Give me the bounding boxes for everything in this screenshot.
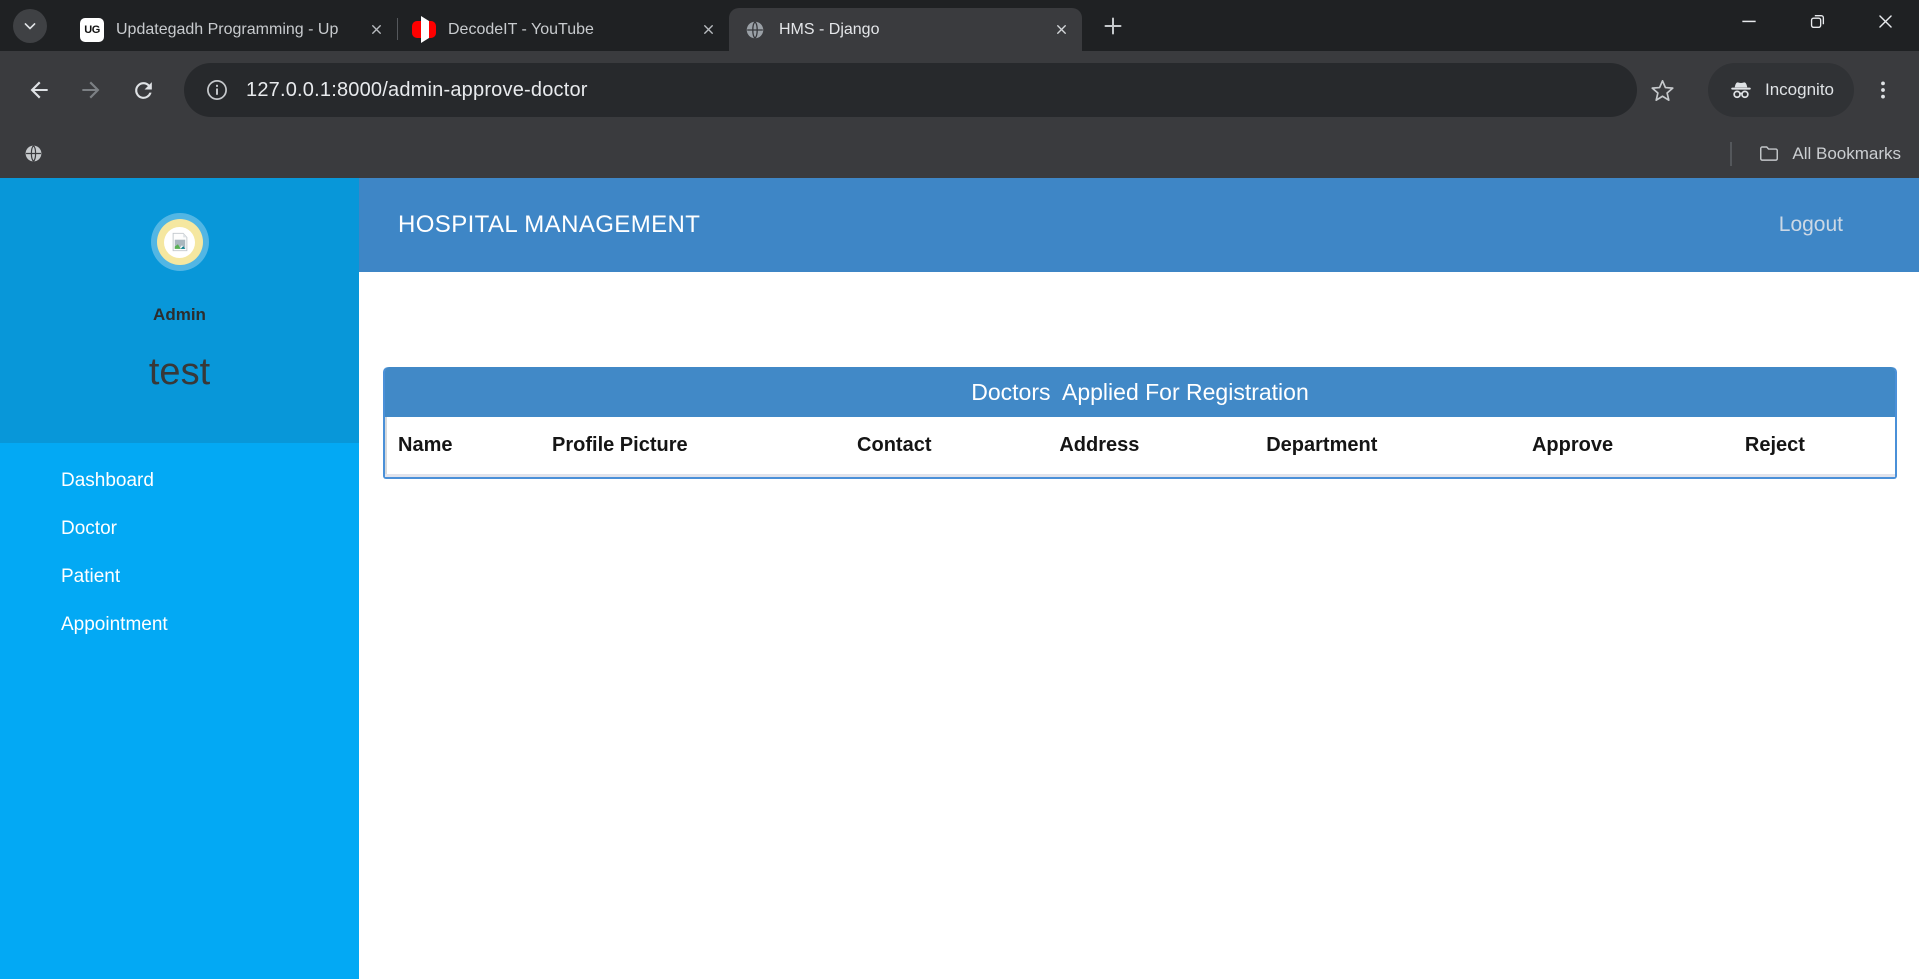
panel-title: Doctors Applied For Registration bbox=[385, 367, 1895, 417]
tab-strip: UG Updategadh Programming - Up DecodeIT … bbox=[0, 0, 1919, 51]
three-dots-icon bbox=[1871, 78, 1895, 102]
incognito-badge: Incognito bbox=[1708, 63, 1854, 117]
minimize-icon bbox=[1739, 11, 1759, 31]
chevron-down-icon bbox=[20, 16, 40, 36]
forward-button[interactable] bbox=[74, 73, 108, 107]
window-restore-button[interactable] bbox=[1783, 0, 1851, 42]
site-info-icon[interactable] bbox=[204, 77, 230, 103]
doctors-registration-panel: Doctors Applied For Registration Name Pr… bbox=[383, 367, 1897, 479]
incognito-label: Incognito bbox=[1765, 80, 1834, 100]
browser-menu-button[interactable] bbox=[1868, 73, 1898, 107]
restore-icon bbox=[1808, 12, 1827, 31]
avatar bbox=[151, 213, 209, 271]
tab-title: DecodeIT - YouTube bbox=[448, 21, 689, 39]
sidebar-profile: Admin test bbox=[0, 178, 359, 443]
logout-link[interactable]: Logout bbox=[1779, 213, 1843, 237]
table-header-row: Name Profile Picture Contact Address Dep… bbox=[385, 417, 1895, 475]
bookmarks-separator bbox=[1730, 142, 1732, 166]
back-button[interactable] bbox=[22, 73, 56, 107]
tab-decodeit-youtube[interactable]: DecodeIT - YouTube bbox=[398, 8, 729, 51]
column-header-department: Department bbox=[1253, 417, 1519, 475]
youtube-play-icon bbox=[412, 18, 436, 42]
forward-arrow-icon bbox=[78, 77, 104, 103]
column-header-address: Address bbox=[1046, 417, 1253, 475]
tab-search-button[interactable] bbox=[13, 9, 47, 43]
sidebar-item-doctor[interactable]: Doctor bbox=[0, 505, 359, 553]
ug-logo-icon: UG bbox=[80, 18, 104, 42]
browser-toolbar: 127.0.0.1:8000/admin-approve-doctor Inco… bbox=[0, 51, 1919, 129]
all-bookmarks-label: All Bookmarks bbox=[1792, 144, 1901, 164]
column-header-contact: Contact bbox=[844, 417, 1046, 475]
bookmarks-bar: All Bookmarks bbox=[0, 129, 1919, 178]
tab-close-icon[interactable] bbox=[365, 19, 387, 41]
tab-title: HMS - Django bbox=[779, 21, 1042, 39]
tab-close-icon[interactable] bbox=[1050, 19, 1072, 41]
bookmark-star-button[interactable] bbox=[1645, 73, 1679, 107]
app-navbar: HOSPITAL MANAGEMENT Logout bbox=[359, 178, 1919, 272]
window-controls bbox=[1715, 0, 1919, 51]
tab-updategadh[interactable]: UG Updategadh Programming - Up bbox=[66, 8, 397, 51]
bookmark-globe-button[interactable] bbox=[18, 139, 48, 169]
app-title: HOSPITAL MANAGEMENT bbox=[359, 211, 700, 239]
username: test bbox=[0, 351, 359, 394]
bookmarks-bar-right: All Bookmarks bbox=[1730, 142, 1901, 166]
main-content: HOSPITAL MANAGEMENT Logout Doctors Appli… bbox=[359, 178, 1919, 979]
page-viewport: Admin test Dashboard Doctor Patient Appo… bbox=[0, 178, 1919, 979]
window-minimize-button[interactable] bbox=[1715, 0, 1783, 42]
column-header-profile-picture: Profile Picture bbox=[539, 417, 844, 475]
tab-title: Updategadh Programming - Up bbox=[116, 21, 357, 39]
star-icon bbox=[1649, 77, 1676, 104]
incognito-icon bbox=[1728, 77, 1754, 103]
role-label: Admin bbox=[0, 305, 359, 325]
sidebar-item-patient[interactable]: Patient bbox=[0, 553, 359, 601]
column-header-name: Name bbox=[385, 417, 539, 475]
plus-icon bbox=[1101, 14, 1125, 38]
sidebar-item-dashboard[interactable]: Dashboard bbox=[0, 457, 359, 505]
new-tab-button[interactable] bbox=[1096, 9, 1130, 43]
tab-hms-django[interactable]: HMS - Django bbox=[729, 8, 1082, 51]
sidebar-menu: Dashboard Doctor Patient Appointment bbox=[0, 443, 359, 979]
address-bar[interactable]: 127.0.0.1:8000/admin-approve-doctor bbox=[184, 63, 1637, 117]
doctors-table: Name Profile Picture Contact Address Dep… bbox=[385, 417, 1895, 477]
broken-image-icon bbox=[164, 227, 195, 258]
reload-icon bbox=[131, 78, 156, 103]
back-arrow-icon bbox=[26, 77, 52, 103]
all-bookmarks-button[interactable]: All Bookmarks bbox=[1758, 143, 1901, 165]
browser-chrome: UG Updategadh Programming - Up DecodeIT … bbox=[0, 0, 1919, 178]
tab-close-icon[interactable] bbox=[697, 19, 719, 41]
sidebar-item-appointment[interactable]: Appointment bbox=[0, 601, 359, 649]
folder-icon bbox=[1758, 143, 1780, 165]
reload-button[interactable] bbox=[126, 73, 160, 107]
globe-icon bbox=[23, 143, 44, 164]
column-header-approve: Approve bbox=[1519, 417, 1732, 475]
sidebar: Admin test Dashboard Doctor Patient Appo… bbox=[0, 178, 359, 979]
column-header-reject: Reject bbox=[1732, 417, 1895, 475]
url-text: 127.0.0.1:8000/admin-approve-doctor bbox=[246, 79, 588, 102]
close-icon bbox=[1876, 12, 1895, 31]
window-close-button[interactable] bbox=[1851, 0, 1919, 42]
globe-icon bbox=[743, 18, 767, 42]
